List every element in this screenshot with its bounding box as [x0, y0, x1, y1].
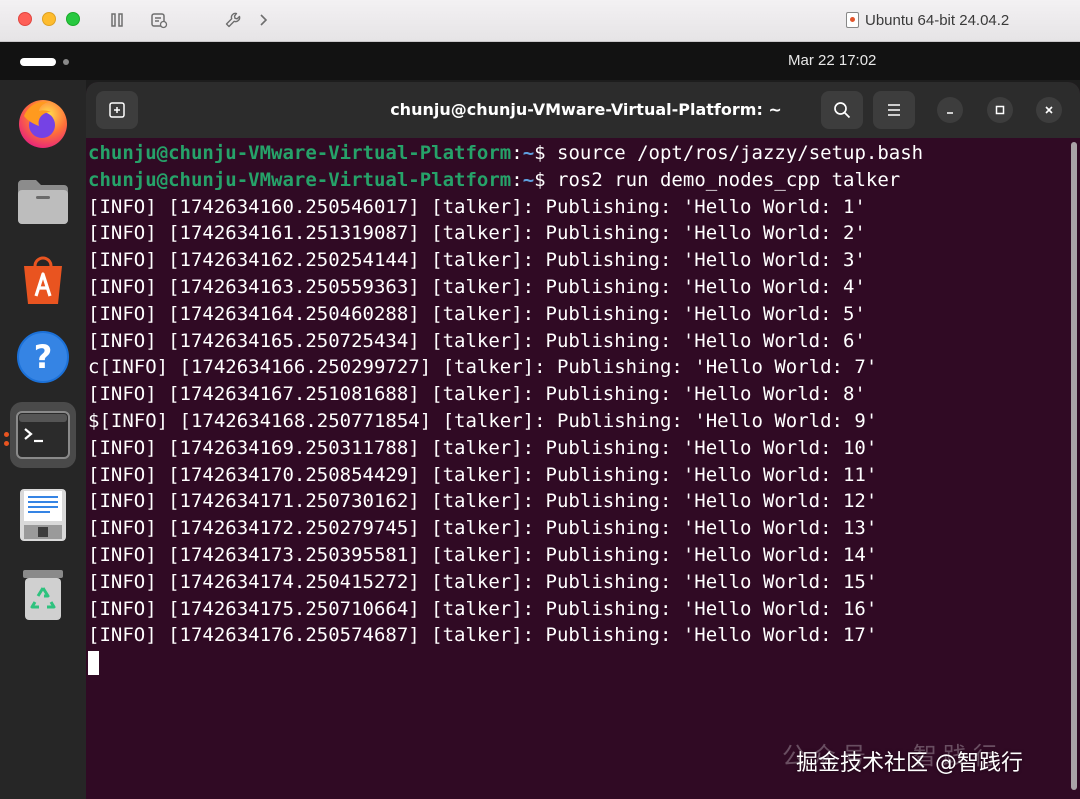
command-text: ros2 run demo_nodes_cpp talker: [557, 168, 901, 191]
prompt-path: ~: [522, 142, 535, 164]
dock-firefox[interactable]: [10, 90, 76, 156]
minimize-icon: [947, 112, 953, 114]
menu-button[interactable]: [873, 91, 915, 129]
command-line: chunju@chunju-VMware-Virtual-Platform:~$…: [88, 167, 1063, 194]
dock-terminal[interactable]: [10, 402, 76, 468]
prompt-path: ~: [522, 168, 535, 191]
vm-title-text: Ubuntu 64-bit 24.04.2: [865, 11, 1010, 29]
prompt-user: chunju@chunju-VMware-Virtual-Platform: [88, 168, 512, 191]
output-line: [INFO] [1742634176.250574687] [talker]: …: [88, 624, 878, 647]
minimize-button[interactable]: [937, 97, 963, 123]
vm-title: Ubuntu 64-bit 24.04.2: [846, 9, 1009, 31]
host-titlebar: Ubuntu 64-bit 24.04.2: [0, 0, 1080, 42]
pause-icon[interactable]: [106, 9, 128, 31]
command-line: chunju@chunju-VMware-Virtual-Platform:~$…: [88, 140, 1063, 167]
prompt-user: chunju@chunju-VMware-Virtual-Platform: [88, 142, 512, 164]
output-line: [INFO] [1742634172.250279745] [talker]: …: [88, 517, 878, 540]
terminal-scrollbar[interactable]: [1071, 142, 1077, 790]
terminal-running-indicator-2: [4, 441, 9, 446]
help-icon: ?: [17, 331, 69, 383]
prompt-colon: :: [511, 142, 523, 164]
dock-files[interactable]: [10, 168, 76, 234]
firefox-icon: [19, 100, 67, 148]
app-center-icon: [24, 256, 62, 304]
clock[interactable]: Mar 22 17:02: [788, 50, 876, 72]
activities-indicator[interactable]: [20, 58, 56, 66]
output-line: c[INFO] [1742634166.250299727] [talker]:…: [88, 356, 878, 379]
dock-app-center[interactable]: [10, 246, 76, 312]
files-icon: [18, 180, 68, 224]
output-line: [INFO] [1742634170.250854429] [talker]: …: [88, 463, 878, 486]
close-icon: [1045, 106, 1053, 114]
output-line: [INFO] [1742634173.250395581] [talker]: …: [88, 543, 878, 566]
prompt-colon: :: [511, 168, 523, 191]
maximize-icon: [995, 105, 1005, 115]
close-button[interactable]: [1036, 97, 1062, 123]
output-line: $[INFO] [1742634168.250771854] [talker]:…: [88, 409, 878, 432]
close-window-button[interactable]: [18, 12, 32, 26]
new-tab-icon: [109, 102, 125, 118]
terminal-output[interactable]: chunju@chunju-VMware-Virtual-Platform:~$…: [88, 140, 1063, 790]
terminal-headerbar[interactable]: chunju@chunju-VMware-Virtual-Platform: ~: [86, 82, 1080, 138]
search-icon: [834, 102, 851, 119]
new-tab-button[interactable]: [96, 91, 138, 129]
dock-text-editor[interactable]: [10, 482, 76, 548]
output-line: [INFO] [1742634161.251319087] [talker]: …: [88, 222, 866, 245]
text-cursor: [88, 650, 99, 675]
cursor-line: [88, 649, 1063, 676]
prompt-symbol: $: [534, 168, 558, 191]
output-line: [INFO] [1742634160.250546017] [talker]: …: [88, 195, 866, 218]
terminal-icon: [16, 411, 70, 459]
dock-trash[interactable]: [10, 562, 76, 628]
watermark: 掘金技术社区 @智践行: [796, 744, 1023, 778]
chevron-right-icon[interactable]: [252, 9, 274, 31]
output-line: [INFO] [1742634167.251081688] [talker]: …: [88, 383, 866, 406]
snapshot-icon[interactable]: [148, 9, 170, 31]
text-editor-icon: [20, 489, 66, 541]
search-button[interactable]: [821, 91, 863, 129]
terminal-title: chunju@chunju-VMware-Virtual-Platform: ~: [390, 100, 782, 119]
terminal-running-indicator: [4, 432, 9, 437]
dock-help[interactable]: ?: [10, 324, 76, 390]
command-text: source /opt/ros/jazzy/setup.bash: [557, 142, 924, 164]
watermark-text: 掘金技术社区 @智践行: [796, 751, 1023, 776]
output-line: [INFO] [1742634169.250311788] [talker]: …: [88, 436, 878, 459]
wrench-icon[interactable]: [222, 9, 244, 31]
minimize-window-button[interactable]: [42, 12, 56, 26]
output-line: [INFO] [1742634174.250415272] [talker]: …: [88, 570, 878, 593]
dock: ?: [0, 80, 86, 799]
fullscreen-window-button[interactable]: [66, 12, 80, 26]
terminal-window[interactable]: chunju@chunju-VMware-Virtual-Platform: ~…: [86, 82, 1080, 799]
output-line: [INFO] [1742634171.250730162] [talker]: …: [88, 490, 878, 513]
workspace-dot[interactable]: [63, 59, 69, 65]
output-line: [INFO] [1742634163.250559363] [talker]: …: [88, 275, 866, 298]
ubuntu-top-bar: [0, 42, 1080, 80]
output-line: [INFO] [1742634165.250725434] [talker]: …: [88, 329, 866, 352]
vm-document-icon: [846, 12, 859, 28]
output-line: [INFO] [1742634164.250460288] [talker]: …: [88, 302, 866, 325]
hamburger-menu-icon: [888, 104, 900, 116]
output-line: [INFO] [1742634162.250254144] [talker]: …: [88, 249, 866, 272]
output-line: [INFO] [1742634175.250710664] [talker]: …: [88, 597, 878, 620]
svg-text:?: ?: [34, 338, 53, 376]
maximize-button[interactable]: [987, 97, 1013, 123]
prompt-symbol: $: [534, 142, 558, 164]
trash-icon: [23, 570, 63, 620]
